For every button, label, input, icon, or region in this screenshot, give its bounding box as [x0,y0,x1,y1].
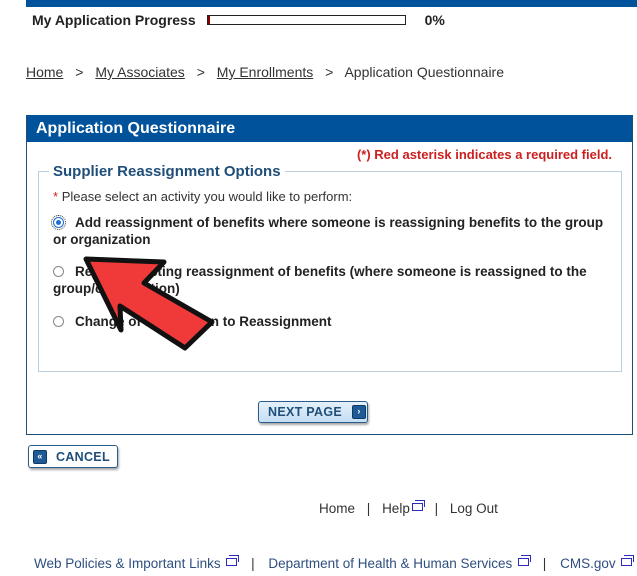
option-add-reassignment[interactable]: Add reassignment of benefits where someo… [51,214,609,248]
option-label: Change of Information to Reassignment [75,314,332,329]
fieldset-legend: Supplier Reassignment Options [49,163,285,180]
activity-prompt: * Please select an activity you would li… [53,189,352,204]
radio-remove-reassignment[interactable] [53,266,64,277]
web-policies-label: Web Policies & Important Links [34,556,221,571]
bottom-separator: | [542,556,547,571]
chevron-right-icon: › [352,405,367,419]
new-window-icon [621,555,635,566]
option-label: Remove existing reassignment of benefits… [53,264,587,296]
double-chevron-left-icon: « [33,449,47,464]
footer-logout-link[interactable]: Log Out [450,501,498,516]
cancel-button[interactable]: « CANCEL [28,445,118,468]
breadcrumb-separator: > [75,64,84,80]
prompt-text: Please select an activity you would like… [61,189,353,204]
breadcrumb-separator: > [196,64,205,80]
footer-nav: Home | Help | Log Out [319,500,498,516]
panel-title: Application Questionnaire [27,115,632,142]
questionnaire-panel: Application Questionnaire (*) Red asteri… [26,115,633,435]
breadcrumb-my-enrollments[interactable]: My Enrollments [217,64,313,80]
bottom-separator: | [251,556,255,571]
footer-separator: | [434,501,439,516]
cancel-label: CANCEL [56,449,110,464]
progress-bar-fill [207,16,210,24]
breadcrumb-current: Application Questionnaire [344,64,504,80]
progress-label: My Application Progress [32,12,196,28]
new-window-icon [411,500,425,511]
cms-gov-label: CMS.gov [560,556,616,571]
radio-change-of-information[interactable] [53,316,64,327]
option-remove-reassignment[interactable]: Remove existing reassignment of benefits… [53,263,609,297]
bottom-links: Web Policies & Important Links | Departm… [34,555,635,571]
footer-help-label: Help [382,501,410,516]
breadcrumb-home[interactable]: Home [26,64,63,80]
progress-bar [206,15,406,25]
progress-percent: 0% [424,12,445,28]
breadcrumb-separator: > [325,64,334,80]
reassignment-options-fieldset: Supplier Reassignment Options * Please s… [38,163,622,372]
radio-add-reassignment[interactable] [51,215,66,230]
top-banner-bar [26,0,637,7]
new-window-icon [518,555,532,566]
hhs-label: Department of Health & Human Services [268,556,513,571]
next-page-button[interactable]: NEXT PAGE › [258,401,368,423]
cms-gov-link[interactable]: CMS.gov [560,555,635,571]
hhs-link[interactable]: Department of Health & Human Services [268,555,532,571]
next-page-label: NEXT PAGE [268,405,343,419]
option-change-of-information[interactable]: Change of Information to Reassignment [53,313,609,330]
footer-help-link[interactable]: Help [382,500,425,516]
required-asterisk: * [53,189,59,204]
footer-home-link[interactable]: Home [319,501,355,516]
required-field-note: (*) Red asterisk indicates a required fi… [356,147,612,162]
footer-separator: | [366,501,371,516]
application-progress: My Application Progress 0% [32,11,445,29]
breadcrumb-my-associates[interactable]: My Associates [95,64,184,80]
web-policies-link[interactable]: Web Policies & Important Links [34,555,240,571]
breadcrumb: Home > My Associates > My Enrollments > … [26,64,504,80]
option-label: Add reassignment of benefits where someo… [53,215,604,247]
new-window-icon [226,555,240,566]
